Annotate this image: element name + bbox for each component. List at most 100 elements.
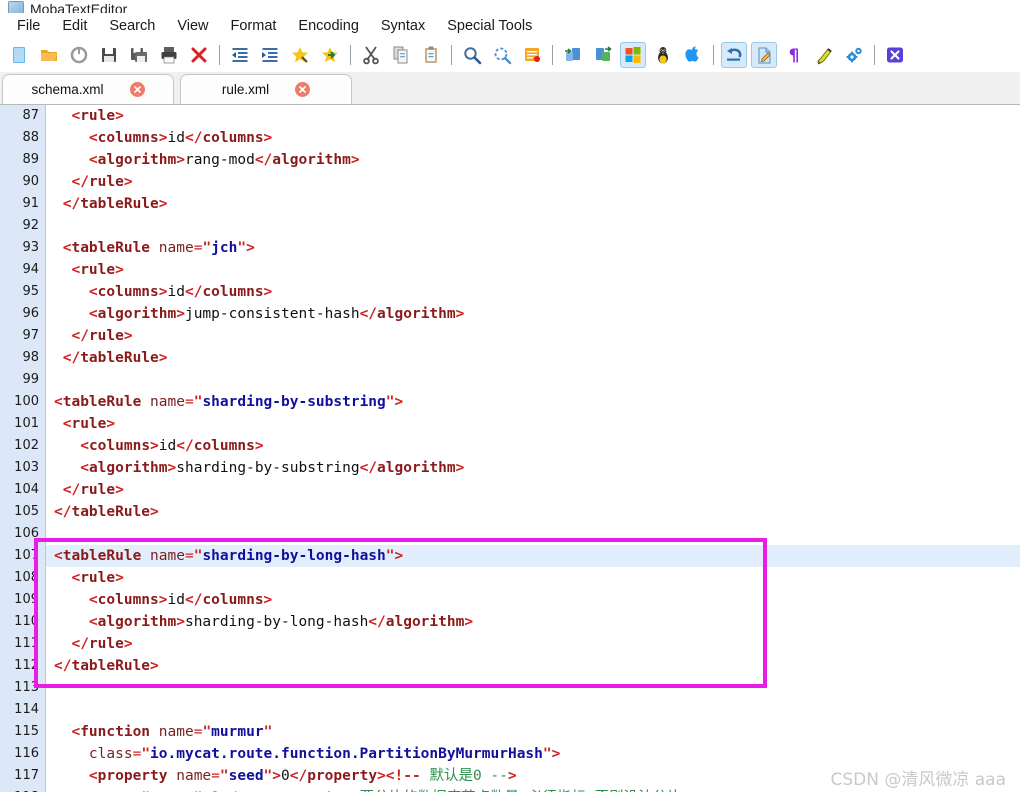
code-text[interactable]: <tableRule name="sharding-by-long-hash">	[46, 545, 1020, 567]
code-text[interactable]: <function name="murmur"	[46, 721, 1020, 743]
tab-rule-xml[interactable]: rule.xml	[180, 74, 352, 104]
menu-item-format[interactable]: Format	[220, 16, 288, 36]
code-text[interactable]: "count">2</property><!-- 要分片的数据库节点数量,必须指…	[46, 787, 1020, 792]
code-text[interactable]: <rule>	[46, 105, 1020, 127]
code-line[interactable]: 98 </tableRule>	[0, 347, 1020, 369]
format-mac-icon[interactable]	[680, 42, 706, 68]
code-line[interactable]: 99	[0, 369, 1020, 391]
code-text[interactable]: </rule>	[46, 325, 1020, 347]
compare-right-icon[interactable]	[590, 42, 616, 68]
code-text[interactable]: </tableRule>	[46, 193, 1020, 215]
code-line[interactable]: 93 <tableRule name="jch">	[0, 237, 1020, 259]
code-text[interactable]: </tableRule>	[46, 655, 1020, 677]
goto-line-icon[interactable]	[519, 42, 545, 68]
code-text[interactable]: <property name="seed">0</property><!-- 默…	[46, 765, 1020, 787]
code-line[interactable]: 96 <algorithm>jump-consistent-hash</algo…	[0, 303, 1020, 325]
code-text[interactable]: <columns>id</columns>	[46, 281, 1020, 303]
code-line[interactable]: 102 <columns>id</columns>	[0, 435, 1020, 457]
code-line[interactable]: 101 <rule>	[0, 413, 1020, 435]
code-line[interactable]: 97 </rule>	[0, 325, 1020, 347]
code-text[interactable]: </rule>	[46, 171, 1020, 193]
code-text[interactable]: </tableRule>	[46, 347, 1020, 369]
code-line[interactable]: 113	[0, 677, 1020, 699]
menu-item-edit[interactable]: Edit	[51, 16, 98, 36]
code-line[interactable]: 108 <rule>	[0, 567, 1020, 589]
code-line[interactable]: 90 </rule>	[0, 171, 1020, 193]
code-text[interactable]: </rule>	[46, 633, 1020, 655]
replace-icon[interactable]	[489, 42, 515, 68]
menu-item-special-tools[interactable]: Special Tools	[436, 16, 543, 36]
new-file-icon[interactable]	[6, 42, 32, 68]
code-line[interactable]: 89 <algorithm>rang-mod</algorithm>	[0, 149, 1020, 171]
menu-item-search[interactable]: Search	[98, 16, 166, 36]
code-line[interactable]: 116 class="io.mycat.route.function.Parti…	[0, 743, 1020, 765]
code-line[interactable]: 111 </rule>	[0, 633, 1020, 655]
show-paragraph-icon[interactable]: ¶	[781, 42, 807, 68]
close-file-icon[interactable]	[186, 42, 212, 68]
undo-icon[interactable]	[721, 41, 747, 68]
menu-item-file[interactable]: File	[6, 16, 51, 36]
code-line[interactable]: 100 <tableRule name= "sharding-by-substrin…	[0, 391, 1020, 413]
code-line[interactable]: 103 <algorithm>sharding-by-substring</al…	[0, 457, 1020, 479]
code-line[interactable]: 106	[0, 523, 1020, 545]
copy-icon[interactable]	[388, 42, 414, 68]
compare-left-icon[interactable]	[560, 42, 586, 68]
save-icon[interactable]	[96, 42, 122, 68]
increase-indent-icon[interactable]	[257, 42, 283, 68]
code-line[interactable]: 88 <columns>id</columns>	[0, 127, 1020, 149]
bookmark-next-icon[interactable]	[317, 42, 343, 68]
open-folder-icon[interactable]	[36, 42, 62, 68]
code-text[interactable]: <rule>	[46, 413, 1020, 435]
code-line[interactable]: 109 <columns>id</columns>	[0, 589, 1020, 611]
decrease-indent-icon[interactable]	[227, 42, 253, 68]
menu-item-view[interactable]: View	[166, 16, 219, 36]
code-text[interactable]: <algorithm>sharding-by-long-hash</algori…	[46, 611, 1020, 633]
menu-item-syntax[interactable]: Syntax	[370, 16, 436, 36]
paste-icon[interactable]	[418, 42, 444, 68]
code-text[interactable]: <algorithm>jump-consistent-hash</algorit…	[46, 303, 1020, 325]
save-as-icon[interactable]	[126, 42, 152, 68]
code-text[interactable]: </tableRule>	[46, 501, 1020, 523]
code-line[interactable]: 92	[0, 215, 1020, 237]
code-line[interactable]: 107 <tableRule name= "sharding-by-long-has…	[0, 545, 1020, 567]
code-line[interactable]: 115 <function name="murmur"	[0, 721, 1020, 743]
code-text[interactable]: <columns>id</columns>	[46, 435, 1020, 457]
code-line[interactable]: 112 </tableRule>	[0, 655, 1020, 677]
cut-icon[interactable]	[358, 42, 384, 68]
code-line[interactable]: 87 <rule>	[0, 105, 1020, 127]
code-line[interactable]: 91 </tableRule>	[0, 193, 1020, 215]
redo-edit-icon[interactable]	[751, 41, 777, 68]
bookmark-add-icon[interactable]	[287, 42, 313, 68]
tab-schema-xml[interactable]: schema.xml	[2, 74, 174, 104]
format-windows-icon[interactable]	[620, 41, 646, 68]
code-line[interactable]: 95 <columns>id</columns>	[0, 281, 1020, 303]
code-text[interactable]: <rule>	[46, 259, 1020, 281]
code-line[interactable]: 104 </rule>	[0, 479, 1020, 501]
settings-gears-icon[interactable]	[841, 42, 867, 68]
exit-icon[interactable]	[882, 42, 908, 68]
print-icon[interactable]	[156, 42, 182, 68]
highlighter-icon[interactable]	[811, 42, 837, 68]
format-linux-icon[interactable]	[650, 42, 676, 68]
code-text[interactable]: <algorithm>sharding-by-substring</algori…	[46, 457, 1020, 479]
code-text[interactable]: <tableRule name="jch">	[46, 237, 1020, 259]
find-icon[interactable]	[459, 42, 485, 68]
code-line[interactable]: 117 <property name="seed">0</property><!…	[0, 765, 1020, 787]
code-line[interactable]: 94 <rule>	[0, 259, 1020, 281]
menu-item-encoding[interactable]: Encoding	[287, 16, 369, 36]
code-text[interactable]: <tableRule name="sharding-by-substring">	[46, 391, 1020, 413]
code-text[interactable]: </rule>	[46, 479, 1020, 501]
reload-icon[interactable]	[66, 42, 92, 68]
code-text[interactable]: <columns>id</columns>	[46, 589, 1020, 611]
code-text[interactable]: <columns>id</columns>	[46, 127, 1020, 149]
editor-pane[interactable]: 87 <rule> 88 <columns>id</columns> 89 <alg…	[0, 104, 1020, 792]
tab-close-icon[interactable]	[129, 82, 145, 97]
code-line[interactable]: 114	[0, 699, 1020, 721]
code-text[interactable]: <algorithm>rang-mod</algorithm>	[46, 149, 1020, 171]
code-line[interactable]: 118 "count">2</property><!-- 要分片的数据库节点数量…	[0, 787, 1020, 792]
code-line[interactable]: 105 </tableRule>	[0, 501, 1020, 523]
code-line[interactable]: 110 <algorithm>sharding-by-long-hash</al…	[0, 611, 1020, 633]
code-text[interactable]: <rule>	[46, 567, 1020, 589]
tab-close-icon[interactable]	[295, 82, 311, 97]
code-text[interactable]: class="io.mycat.route.function.Partition…	[46, 743, 1020, 765]
